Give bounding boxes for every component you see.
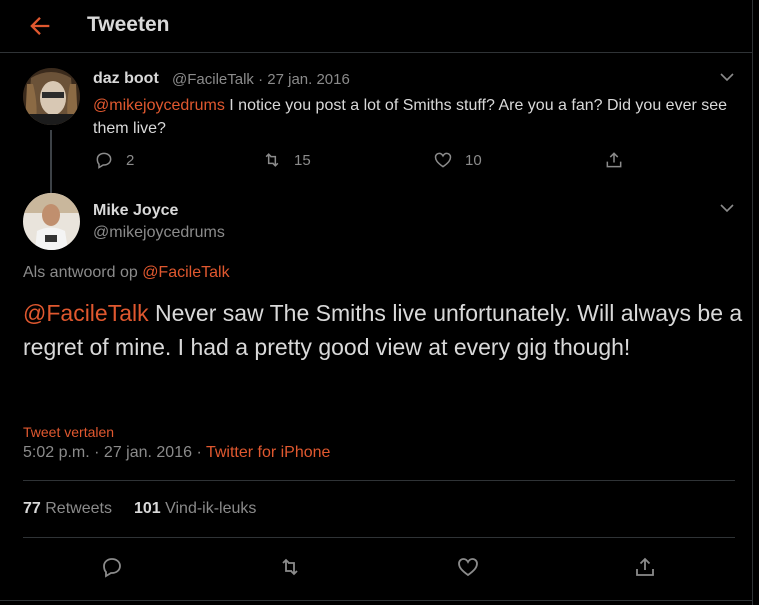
retweet-icon	[265, 153, 279, 167]
author-meta: @FacileTalk · 27 jan. 2016	[172, 71, 350, 88]
reply-context: Als antwoord op @FacileTalk	[23, 264, 230, 282]
author-handle[interactable]: @mikejoycedrums	[93, 224, 225, 242]
retweet-count: 15	[294, 151, 311, 169]
divider	[23, 480, 735, 481]
like-icon[interactable]	[456, 555, 480, 579]
likes-stat-count: 101	[133, 500, 161, 517]
author-handle[interactable]: @FacileTalk	[172, 71, 254, 88]
mention-link[interactable]: @FacileTalk	[23, 300, 149, 326]
chevron-down-icon[interactable]	[719, 69, 735, 85]
reply-count: 2	[126, 151, 135, 169]
share-button[interactable]	[604, 150, 624, 170]
tweet-time[interactable]: 5:02 p.m. · 27 jan. 2016	[23, 444, 192, 461]
mention-link[interactable]: @mikejoycedrums	[93, 97, 225, 114]
tweet-column: Tweeten daz boot @FacileTalk · 27 jan. 2…	[0, 0, 753, 605]
divider	[0, 600, 753, 601]
retweet-button[interactable]: 15	[262, 150, 311, 170]
translate-link[interactable]: Tweet vertalen	[23, 424, 114, 440]
chevron-down-icon[interactable]	[719, 200, 735, 216]
avatar[interactable]	[23, 193, 80, 250]
author-name[interactable]: daz boot	[93, 70, 159, 88]
tweet-text: @FacileTalk Never saw The Smiths live un…	[23, 296, 743, 364]
tweet-timestamp: 5:02 p.m. · 27 jan. 2016 · Twitter for i…	[23, 444, 330, 462]
source-link[interactable]: Twitter for iPhone	[206, 444, 331, 461]
back-arrow-icon[interactable]	[26, 12, 54, 40]
reply-button[interactable]: 2	[94, 150, 134, 170]
divider	[23, 537, 735, 538]
thread-line	[50, 130, 52, 193]
scrollbar[interactable]	[753, 0, 759, 605]
tweet-date[interactable]: 27 jan. 2016	[267, 71, 350, 88]
reply-icon[interactable]	[100, 555, 124, 579]
header: Tweeten	[0, 0, 753, 53]
meta-separator: ·	[192, 444, 206, 461]
avatar[interactable]	[23, 68, 80, 125]
likes-stat-label: Vind-ik-leuks	[165, 500, 257, 517]
reply-icon	[96, 152, 112, 169]
reply-handle-link[interactable]: @FacileTalk	[142, 264, 229, 281]
share-icon[interactable]	[633, 555, 657, 579]
like-icon	[434, 152, 452, 168]
share-icon	[606, 152, 622, 168]
page-title: Tweeten	[87, 13, 170, 36]
likes-stat[interactable]: 101 Vind-ik-leuks	[134, 500, 256, 518]
retweets-stat[interactable]: 77 Retweets	[23, 500, 112, 518]
retweets-stat-label: Retweets	[45, 500, 112, 517]
tweet-stats: 77 Retweets 101 Vind-ik-leuks	[23, 500, 256, 518]
like-count: 10	[465, 151, 482, 169]
retweets-stat-count: 77	[23, 500, 41, 517]
author-name[interactable]: Mike Joyce	[93, 202, 178, 220]
tweet-text: @mikejoycedrums I notice you post a lot …	[93, 94, 733, 140]
meta-separator: ·	[258, 71, 264, 88]
like-button[interactable]: 10	[433, 150, 482, 170]
retweet-icon[interactable]	[278, 555, 302, 579]
reply-prefix: Als antwoord op	[23, 264, 143, 281]
